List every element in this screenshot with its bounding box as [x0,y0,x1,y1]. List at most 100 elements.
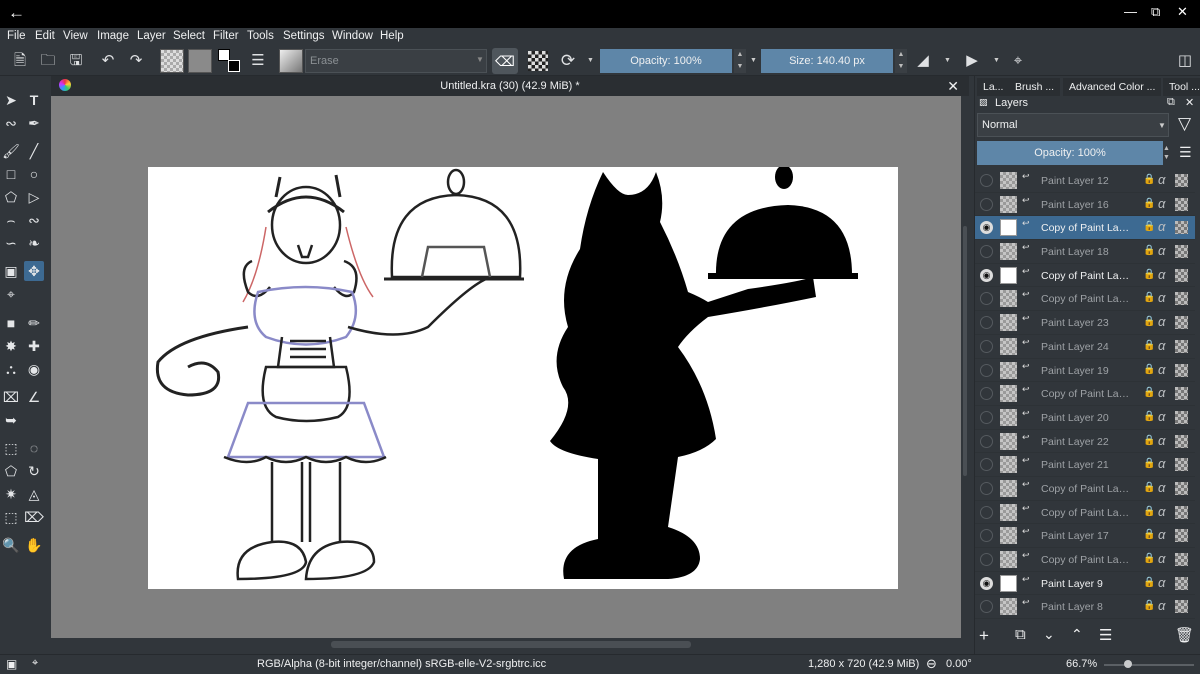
transform-tool-icon[interactable]: ▣ [1,261,21,281]
alpha-lock-icon[interactable]: α [1158,504,1165,519]
move-layer-down-icon[interactable]: ⌄ [1043,626,1055,643]
alpha-lock-icon[interactable]: α [1158,385,1165,400]
alpha-lock-icon[interactable]: α [1158,196,1165,211]
layer-row[interactable]: ↩ Paint Layer 19 🔒 α [975,359,1195,383]
menu-help[interactable]: Help [380,30,404,42]
layer-row[interactable]: ◉ ↩ Paint Layer 9 🔒 α [975,572,1195,596]
select-shapes-tool-icon[interactable]: ➤ [1,90,21,110]
layer-row[interactable]: ↩ Paint Layer 21 🔒 α [975,453,1195,477]
visibility-eye-icon[interactable] [980,529,993,543]
lock-icon[interactable]: 🔒 [1143,435,1155,446]
lock-icon[interactable]: 🔒 [1143,245,1155,256]
reload-preset-icon[interactable]: ⟳ [558,51,578,71]
crop-tool-icon[interactable]: ⌖ [1,284,21,304]
mirror-v-chevron-icon[interactable]: ▼ [993,57,1000,64]
visibility-eye-icon[interactable] [980,197,993,211]
layer-row[interactable]: ↩ Paint Layer 8 🔒 α [975,595,1195,620]
alpha-lock-icon[interactable]: α [1158,551,1165,566]
preserve-alpha-icon[interactable] [528,51,548,71]
tab-tool-options[interactable]: Tool ... [1163,78,1200,96]
lock-icon[interactable]: 🔒 [1143,411,1155,422]
visibility-eye-icon[interactable] [980,505,993,519]
lock-icon[interactable]: 🔒 [1143,458,1155,469]
visibility-eye-icon[interactable] [980,410,993,424]
bezier-curve-tool-icon[interactable]: ⌢ [1,210,21,230]
lock-icon[interactable]: 🔒 [1143,364,1155,375]
layer-style-icon[interactable] [1175,410,1188,424]
polyline-tool-icon[interactable]: ▷ [24,187,44,207]
lock-icon[interactable]: 🔒 [1143,316,1155,327]
vertical-scrollbar[interactable] [961,96,969,638]
menu-image[interactable]: Image [97,30,129,42]
close-window-icon[interactable]: ✕ [1177,4,1188,20]
lock-icon[interactable]: 🔒 [1143,340,1155,351]
lock-icon[interactable]: 🔒 [1143,482,1155,493]
freehand-selection-icon[interactable]: ↻ [24,461,44,481]
opacity-slider[interactable]: Opacity: 100% [600,49,732,73]
pattern-swatch[interactable] [188,49,212,73]
float-docker-icon[interactable]: ⧉ [1167,96,1175,109]
visibility-eye-icon[interactable] [980,316,993,330]
layer-row[interactable]: ↩ Paint Layer 18 🔒 α [975,240,1195,264]
rotation-label[interactable]: 0.00° [946,658,972,670]
layer-style-icon[interactable] [1175,505,1188,519]
alpha-lock-icon[interactable]: α [1158,338,1165,353]
freehand-path-tool-icon[interactable]: ∾ [24,210,44,230]
layer-style-icon[interactable] [1175,458,1188,472]
alpha-lock-icon[interactable]: α [1158,456,1165,471]
opacity-spin-buttons[interactable]: ▲ ▼ [734,49,746,73]
ellipse-tool-icon[interactable]: ○ [24,164,44,184]
layer-style-icon[interactable] [1175,481,1188,495]
mirror-vertical-icon[interactable]: ▶ [962,51,982,71]
lock-icon[interactable]: 🔒 [1143,198,1155,209]
layer-row[interactable]: ◉ ↩ Copy of Paint Layer... 🔒 α [975,216,1195,241]
visibility-eye-icon[interactable]: ◉ [980,576,993,590]
image-canvas[interactable] [148,165,898,589]
menu-tools[interactable]: Tools [247,30,274,42]
rotation-icon[interactable]: ⊖ [926,656,937,672]
layer-blend-mode-select[interactable]: Normal [977,113,1169,137]
dockers-layout-icon[interactable]: ◫ [1175,51,1195,71]
brush-preset-icon[interactable] [279,49,303,73]
alpha-lock-icon[interactable]: α [1158,433,1165,448]
color-picker-icon[interactable]: ✏ [24,313,44,333]
visibility-eye-icon[interactable] [980,245,993,259]
rectangular-selection-icon[interactable]: ⬚ [1,438,21,458]
alpha-lock-icon[interactable]: α [1158,314,1165,329]
brush-settings-icon[interactable]: ☰ [248,51,268,71]
layer-row[interactable]: ↩ Copy of Paint Layer... 🔒 α [975,287,1195,312]
eraser-mode-button[interactable]: ⌫ [492,48,518,74]
back-arrow-icon[interactable]: ← [8,3,25,23]
lock-icon[interactable]: 🔒 [1143,292,1155,303]
mirror-horizontal-icon[interactable]: ◢ [913,51,933,71]
brush-blend-mode-select[interactable]: Erase [305,49,487,73]
menu-window[interactable]: Window [332,30,373,42]
menu-settings[interactable]: Settings [283,30,325,42]
size-spin-buttons[interactable]: ▲ ▼ [895,49,907,73]
alpha-lock-icon[interactable]: α [1158,243,1165,258]
alpha-lock-icon[interactable]: α [1158,575,1165,590]
horizontal-scrollbar[interactable] [51,638,969,654]
redo-icon[interactable]: ↷ [126,51,146,71]
duplicate-layer-icon[interactable]: ⧉ [1015,626,1026,643]
save-icon[interactable]: 🖫 [66,51,86,71]
layer-style-icon[interactable] [1175,529,1188,543]
delete-layer-icon[interactable]: 🗑 [1175,626,1194,644]
text-tool-icon[interactable]: T [24,90,44,110]
layer-row[interactable]: ↩ Paint Layer 23 🔒 α [975,311,1195,335]
zoom-slider[interactable] [1104,660,1194,668]
alpha-lock-icon[interactable]: α [1158,172,1165,187]
alpha-lock-icon[interactable]: α [1158,480,1165,495]
alpha-lock-icon[interactable]: α [1158,219,1165,234]
layer-style-icon[interactable] [1175,316,1188,330]
layer-row[interactable]: ↩ Paint Layer 17 🔒 α [975,524,1195,548]
polygonal-selection-icon[interactable]: ⬠ [1,461,21,481]
alpha-lock-icon[interactable]: α [1158,409,1165,424]
tab-advanced-color[interactable]: Advanced Color ... [1063,78,1162,96]
layer-style-icon[interactable] [1175,197,1188,211]
alpha-lock-icon[interactable]: α [1158,527,1165,542]
background-color-swatch[interactable] [228,60,240,72]
colorize-mask-tool-icon[interactable]: ✸ [1,336,21,356]
opacity-chevron-icon[interactable]: ▼ [750,57,757,64]
visibility-eye-icon[interactable] [980,553,993,566]
